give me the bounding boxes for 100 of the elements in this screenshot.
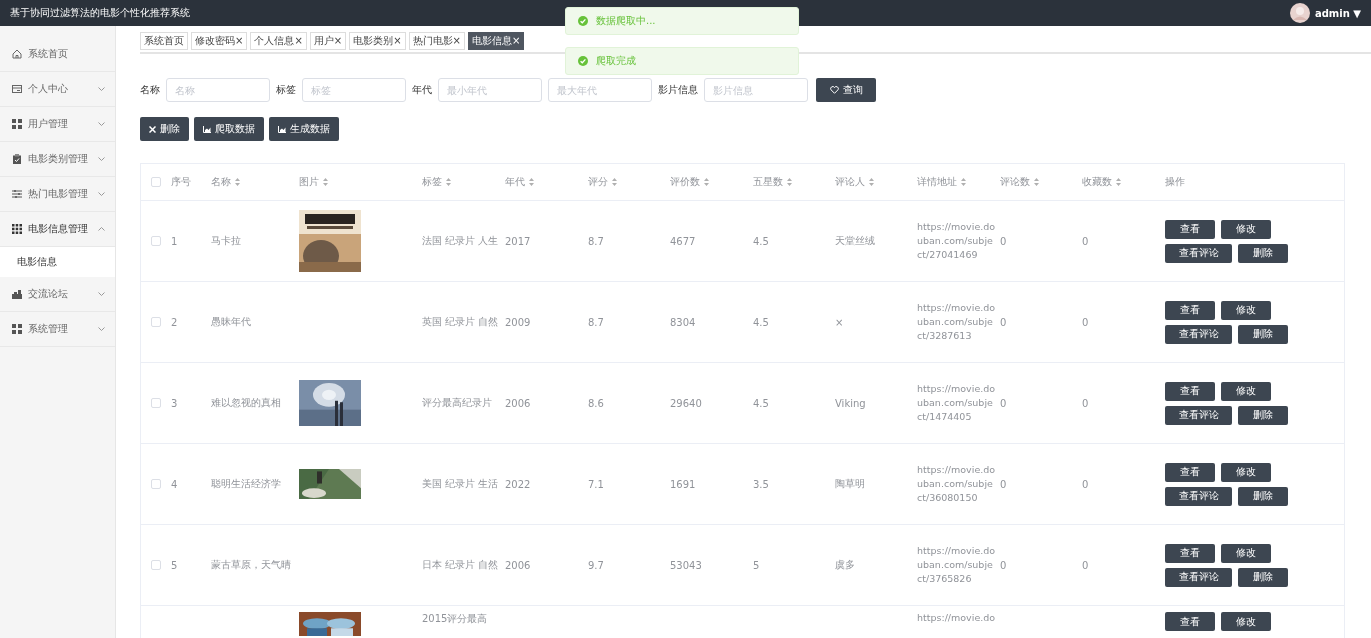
sort-icon[interactable] — [961, 178, 966, 186]
sort-icon[interactable] — [446, 178, 451, 186]
sidebar-label: 交流论坛 — [28, 287, 69, 301]
avatar-icon[interactable] — [1289, 3, 1310, 23]
sort-icon[interactable] — [235, 178, 240, 186]
sort-icon[interactable] — [529, 178, 534, 186]
row-action-button[interactable]: 查看 — [1165, 543, 1215, 563]
row-action-button[interactable]: 查看评论 — [1165, 567, 1232, 587]
row-action-button[interactable]: 查看评论 — [1165, 243, 1232, 263]
sort-icon[interactable] — [612, 178, 617, 186]
row-action-button[interactable]: 查看评论 — [1165, 405, 1232, 425]
sidebar-item[interactable]: 热门电影管理 — [0, 177, 115, 212]
row-action-button[interactable]: 删除 — [1238, 405, 1288, 425]
field-label: 影片信息 — [658, 83, 698, 97]
table-cell: https://movie.douban.com/subject/3287613 — [917, 301, 997, 343]
table-cell: 0 — [1000, 478, 1007, 490]
table-cell: https://movie.douban.com/subject/3765826 — [917, 544, 997, 586]
table-cell: 2015评分最高 — [422, 612, 488, 626]
sidebar-item[interactable]: 电影类别管理 — [0, 142, 115, 177]
table-cell: 0 — [1082, 559, 1089, 571]
page-tab[interactable]: 热门电影× — [408, 32, 465, 50]
grid-icon — [12, 119, 22, 129]
row-action-button[interactable]: 查看评论 — [1165, 324, 1232, 344]
action-button[interactable]: 爬取数据 — [194, 117, 264, 141]
table-cell: 日本 纪录片 自然 — [422, 558, 499, 572]
sidebar-subitem[interactable]: 电影信息 — [0, 247, 115, 277]
row-action-button[interactable]: 删除 — [1238, 324, 1288, 344]
chevron-down-icon — [98, 122, 105, 126]
sort-icon[interactable] — [323, 178, 328, 186]
chart-icon — [12, 289, 22, 299]
sidebar-label: 电影类别管理 — [28, 152, 89, 166]
sidebar-item[interactable]: 系统管理 — [0, 312, 115, 347]
chevron-down-icon — [98, 327, 105, 331]
sidebar-item[interactable]: 用户管理 — [0, 107, 115, 142]
search-field[interactable]: 名称 — [166, 78, 270, 102]
row-action-button[interactable]: 查看 — [1165, 219, 1215, 239]
table-cell: × — [835, 316, 844, 328]
row-checkbox[interactable] — [151, 236, 161, 246]
table-cell: 难以忽视的真相 — [211, 396, 281, 410]
table-cell: 0 — [1082, 478, 1089, 490]
row-action-button[interactable]: 查看 — [1165, 381, 1215, 401]
page-tab[interactable]: 电影类别× — [349, 32, 406, 50]
table-cell: 0 — [1000, 559, 1007, 571]
row-checkbox[interactable] — [151, 479, 161, 489]
field-label: 标签 — [276, 83, 296, 97]
user-menu[interactable]: admin ▼ — [1314, 7, 1361, 19]
sort-icon[interactable] — [869, 178, 874, 186]
row-checkbox[interactable] — [151, 560, 161, 570]
action-button[interactable]: 删除 — [140, 117, 189, 141]
sidebar-label: 电影信息管理 — [28, 222, 89, 236]
row-checkbox[interactable] — [151, 398, 161, 408]
row-action-button[interactable]: 删除 — [1238, 243, 1288, 263]
table-cell: 5 — [753, 559, 760, 571]
sidebar-label: 热门电影管理 — [28, 187, 89, 201]
row-action-button[interactable]: 修改 — [1221, 612, 1271, 631]
table-cell: 2 — [171, 316, 178, 328]
close-icon — [149, 125, 156, 133]
sidebar-item[interactable]: 个人中心 — [0, 72, 115, 107]
row-action-button[interactable]: 查看 — [1165, 462, 1215, 482]
table-cell: 评分最高纪录片 — [422, 396, 492, 410]
action-button[interactable]: 生成数据 — [269, 117, 339, 141]
table-cell: 9.7 — [588, 559, 604, 571]
chevron-down-icon — [98, 192, 105, 196]
page-tab[interactable]: 修改密码× — [191, 32, 248, 50]
table-cell: 8.7 — [588, 235, 604, 247]
row-action-button[interactable]: 删除 — [1238, 567, 1288, 587]
sort-icon[interactable] — [1116, 178, 1121, 186]
chevron-down-icon — [98, 157, 105, 161]
sidebar-label: 个人中心 — [28, 82, 69, 96]
table-cell: 愚昧年代 — [211, 315, 251, 329]
field-label: 年代 — [412, 83, 432, 97]
row-action-button[interactable]: 查看评论 — [1165, 486, 1232, 506]
row-checkbox[interactable] — [151, 317, 161, 327]
page-tab[interactable]: 系统首页 — [140, 32, 188, 50]
table-cell: 8.6 — [588, 397, 604, 409]
sidebar-label: 用户管理 — [28, 117, 69, 131]
row-action-button[interactable]: 查看 — [1165, 612, 1215, 631]
sidebar-item[interactable]: 交流论坛 — [0, 277, 115, 312]
page-tab[interactable]: 电影信息× — [467, 32, 525, 50]
row-action-button[interactable]: 修改 — [1221, 300, 1271, 320]
row-action-button[interactable]: 修改 — [1221, 462, 1271, 482]
sidebar-item[interactable]: 系统首页 — [0, 37, 115, 72]
row-action-button[interactable]: 删除 — [1238, 486, 1288, 506]
page-tab[interactable]: 用户× — [309, 32, 347, 50]
sort-icon[interactable] — [704, 178, 709, 186]
select-all-checkbox[interactable] — [151, 177, 161, 187]
row-action-button[interactable]: 修改 — [1221, 219, 1271, 239]
table-cell: 8.7 — [588, 316, 604, 328]
page-tab[interactable]: 个人信息× — [250, 32, 307, 50]
sort-icon[interactable] — [787, 178, 792, 186]
row-action-button[interactable]: 查看 — [1165, 300, 1215, 320]
table-cell: 53043 — [670, 559, 702, 571]
row-action-button[interactable]: 修改 — [1221, 543, 1271, 563]
grid-icon — [12, 224, 22, 234]
row-action-button[interactable]: 修改 — [1221, 381, 1271, 401]
check-circle-icon — [578, 56, 588, 66]
sort-icon[interactable] — [1034, 178, 1039, 186]
table-cell: 4.5 — [753, 235, 769, 247]
field-label: 名称 — [140, 83, 160, 97]
query-button[interactable]: 查询 — [816, 78, 876, 102]
